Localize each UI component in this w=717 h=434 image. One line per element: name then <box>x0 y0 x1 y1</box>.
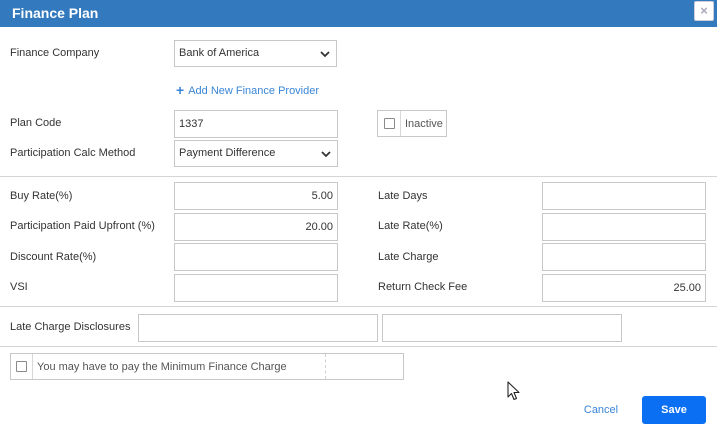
section-divider <box>0 306 717 307</box>
plus-icon: + <box>176 82 185 98</box>
late-charge-disclosures-input-1[interactable] <box>138 314 378 342</box>
late-charge-disclosures-input-2[interactable] <box>382 314 622 342</box>
dialog-titlebar: Finance Plan × <box>0 0 717 27</box>
buy-rate-input[interactable]: 5.00 <box>174 182 338 210</box>
buy-rate-label: Buy Rate(%) <box>10 190 73 202</box>
add-finance-provider-label: Add New Finance Provider <box>188 85 320 97</box>
late-rate-label: Late Rate(%) <box>378 220 443 232</box>
return-check-fee-input[interactable]: 25.00 <box>542 274 706 302</box>
inactive-toggle[interactable]: Inactive <box>377 110 447 137</box>
cancel-button[interactable]: Cancel <box>576 397 626 424</box>
late-charge-input[interactable] <box>542 243 706 271</box>
chevron-down-icon <box>320 51 330 58</box>
close-button[interactable]: × <box>694 1 714 21</box>
inactive-separator <box>400 111 401 136</box>
vsi-label: VSI <box>10 281 28 293</box>
finance-company-value: Bank of America <box>179 47 260 59</box>
vsi-input[interactable] <box>174 274 338 302</box>
participation-paid-upfront-label: Participation Paid Upfront (%) <box>10 220 155 232</box>
section-divider <box>0 346 717 347</box>
minimum-finance-charge-label: You may have to pay the Minimum Finance … <box>37 361 287 373</box>
chevron-down-icon <box>321 151 331 158</box>
participation-calc-label: Participation Calc Method <box>10 147 136 159</box>
late-days-label: Late Days <box>378 190 428 202</box>
minimum-finance-charge-group: You may have to pay the Minimum Finance … <box>10 353 404 380</box>
inactive-label: Inactive <box>405 118 443 130</box>
late-charge-disclosures-label: Late Charge Disclosures <box>10 321 131 333</box>
discount-rate-label: Discount Rate(%) <box>10 251 97 263</box>
minimum-finance-charge-separator <box>32 354 33 379</box>
add-finance-provider-link[interactable]: + Add New Finance Provider <box>176 81 320 98</box>
section-divider <box>0 176 717 177</box>
late-charge-label: Late Charge <box>378 251 439 263</box>
close-icon: × <box>700 3 708 18</box>
mouse-cursor-icon <box>507 381 520 401</box>
late-days-input[interactable] <box>542 182 706 210</box>
participation-calc-value: Payment Difference <box>179 147 276 159</box>
minimum-finance-charge-checkbox[interactable] <box>16 361 27 372</box>
finance-company-select[interactable]: Bank of America <box>174 40 337 67</box>
inactive-checkbox[interactable] <box>384 118 395 129</box>
participation-paid-upfront-input[interactable]: 20.00 <box>174 213 338 241</box>
plan-code-label: Plan Code <box>10 117 62 129</box>
dialog-title: Finance Plan <box>12 5 99 21</box>
return-check-fee-label: Return Check Fee <box>378 281 468 293</box>
late-rate-input[interactable] <box>542 213 706 241</box>
minimum-finance-charge-divider <box>325 354 326 379</box>
plan-code-input[interactable]: 1337 <box>174 110 338 138</box>
participation-calc-select[interactable]: Payment Difference <box>174 140 338 167</box>
discount-rate-input[interactable] <box>174 243 338 271</box>
save-button[interactable]: Save <box>642 396 706 424</box>
finance-company-label: Finance Company <box>10 47 100 59</box>
